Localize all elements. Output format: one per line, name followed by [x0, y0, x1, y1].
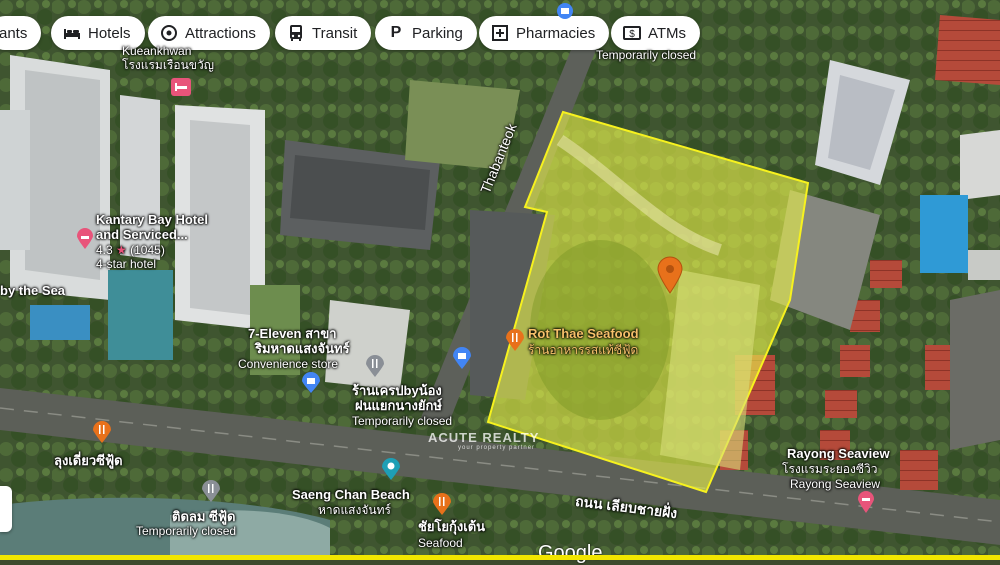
beach-pin-icon[interactable]	[381, 457, 401, 486]
restaurant-pin-icon[interactable]	[432, 492, 452, 521]
hotel-pin-icon[interactable]	[76, 228, 94, 255]
shopping-pin-icon[interactable]	[452, 346, 472, 375]
place-lung-diao[interactable]: ลุงเดี่ยวซีฟู้ด	[54, 454, 123, 468]
restaurant-pin-icon[interactable]	[505, 328, 525, 357]
chip-atms[interactable]: $ ATMs	[611, 16, 701, 50]
watermark-text: ACUTE REALTY	[428, 430, 540, 445]
chip-parking[interactable]: P Parking	[375, 16, 477, 50]
chip-label: Parking	[412, 24, 463, 42]
bed-icon	[63, 24, 81, 42]
place-saeng-chan-th[interactable]: หาดแสงจันทร์	[318, 503, 391, 517]
review-count: (1045)	[130, 243, 165, 257]
chip-restaurants[interactable]: rants	[0, 16, 42, 50]
place-tidlom-status: Temporarily closed	[136, 524, 237, 538]
chip-label: Hotels	[88, 24, 131, 42]
place-crepe-line2[interactable]: ฝนแยกนางยักษ์	[355, 399, 442, 413]
watermark-tagline: your property partner	[458, 445, 536, 451]
watermark-logo: ACUTE REALTY your property partner	[428, 430, 539, 451]
atm-icon: $	[623, 24, 641, 42]
parking-icon: P	[390, 24, 402, 41]
place-chaiyo-type: Seafood	[418, 536, 463, 550]
hotel-pin-icon[interactable]	[857, 490, 875, 519]
place-by-the-sea[interactable]: by the Sea	[0, 284, 65, 298]
restaurant-closed-pin-icon[interactable]	[365, 354, 385, 383]
place-kueankhwan-th[interactable]: โรงแรมเรือนขวัญ	[122, 58, 214, 72]
place-rot-thae-en[interactable]: Rot Thae Seafood	[528, 327, 639, 341]
place-seven-eleven-line2[interactable]: ริมหาดแสงจันทร์	[255, 342, 350, 356]
place-kantary-rating: 4.3 ★ (1045)	[96, 243, 165, 257]
place-kantary-line2[interactable]: and Serviced...	[96, 228, 188, 242]
camera-icon	[160, 24, 178, 42]
selected-location-pin-icon[interactable]	[657, 256, 683, 299]
place-seven-eleven-type: Convenience store	[238, 357, 339, 371]
bus-icon	[287, 24, 305, 42]
star-icon: ★	[116, 243, 127, 257]
chip-label: Pharmacies	[516, 24, 596, 42]
google-logo: Google	[538, 542, 603, 564]
place-rot-thae-th[interactable]: ร้านอาหารรสแท้ซีฟู้ด	[528, 343, 638, 357]
place-kantary-line1[interactable]: Kantary Bay Hotel	[96, 213, 208, 227]
place-rayong-seaview-en[interactable]: Rayong Seaview	[787, 447, 890, 461]
svg-text:$: $	[629, 29, 635, 40]
place-seven-eleven-line1[interactable]: 7-Eleven สาขา	[248, 327, 337, 341]
place-kueankhwan-en[interactable]: Kueankhwan	[122, 44, 191, 58]
place-saeng-chan-en[interactable]: Saeng Chan Beach	[292, 488, 410, 502]
place-rayong-seaview-th[interactable]: โรงแรมระยองซีวิว	[782, 462, 877, 476]
place-top-closed-status: Temporarily closed	[596, 48, 697, 62]
shop-pin-icon[interactable]	[556, 2, 574, 25]
place-tidlom-name[interactable]: ติดลม ซีฟู้ด	[172, 510, 236, 524]
place-crepe-status: Temporarily closed	[352, 414, 453, 428]
satellite-map[interactable]	[0, 0, 1000, 560]
restaurant-closed-pin-icon[interactable]	[201, 479, 221, 508]
place-crepe-line1[interactable]: ร้านเครปbyน้อง	[352, 384, 442, 398]
chip-transit[interactable]: Transit	[275, 16, 372, 50]
chip-label: rants	[0, 24, 28, 42]
place-kantary-type: 4-star hotel	[96, 257, 157, 271]
chip-label: Transit	[312, 24, 358, 42]
hotel-pin-icon[interactable]	[171, 78, 191, 101]
place-chaiyo-name[interactable]: ชัยโยกุ้งเต้น	[418, 520, 485, 534]
chip-pharmacies[interactable]: Pharmacies	[479, 16, 610, 50]
bottom-border-strip	[0, 555, 1000, 560]
satellite-imagery	[0, 0, 1000, 560]
pharmacy-icon	[491, 24, 509, 42]
place-rayong-seaview-sub: Rayong Seaview	[790, 477, 881, 491]
rating-value: 4.3	[96, 243, 113, 257]
chip-label: Attractions	[185, 24, 256, 42]
chip-label: ATMs	[648, 24, 687, 42]
layer-toggle-button[interactable]	[0, 486, 12, 532]
shop-pin-icon[interactable]	[301, 372, 321, 399]
restaurant-pin-icon[interactable]	[92, 420, 112, 449]
